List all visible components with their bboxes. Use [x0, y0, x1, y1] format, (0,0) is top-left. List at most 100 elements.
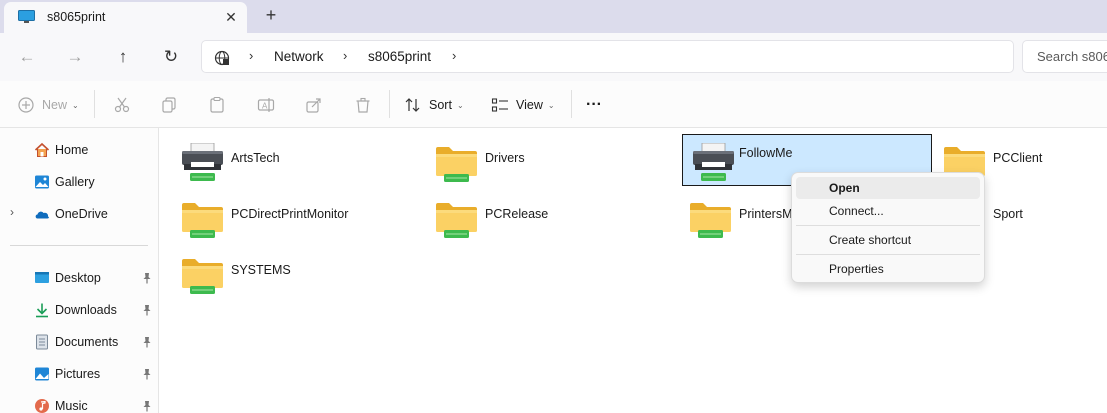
- item-name: ArtsTech: [231, 151, 280, 165]
- item-name: PrintersM: [739, 207, 793, 221]
- item-printersm[interactable]: PrintersM: [667, 191, 797, 243]
- sidebar-item-label: Documents: [55, 335, 119, 349]
- toolbar-divider: [389, 90, 390, 118]
- paste-button[interactable]: [208, 93, 226, 117]
- sidebar-item-home[interactable]: Home: [0, 137, 158, 163]
- cloud-icon: [35, 211, 49, 219]
- pin-icon[interactable]: [141, 304, 153, 316]
- computer-icon: [18, 10, 35, 23]
- music-icon: [35, 399, 49, 413]
- sidebar-item-onedrive[interactable]: › OneDrive: [0, 201, 158, 227]
- pin-icon[interactable]: [141, 336, 153, 348]
- sidebar-item-label: OneDrive: [55, 207, 108, 221]
- search-placeholder[interactable]: Search s8065print: [1037, 49, 1107, 64]
- close-tab-icon[interactable]: ✕: [222, 8, 240, 26]
- view-label: View: [516, 98, 543, 112]
- copy-button[interactable]: [160, 93, 178, 117]
- home-icon: [34, 142, 50, 157]
- pictures-icon: [35, 367, 49, 381]
- command-bar: New ⌄ A Sort ⌄ View ⌄ ···: [0, 81, 1107, 128]
- pin-icon[interactable]: [141, 400, 153, 412]
- item-artstech[interactable]: ArtsTech: [159, 135, 409, 187]
- navigation-pane: Home Gallery › OneDrive Desktop Download…: [0, 128, 159, 413]
- trash-icon: [356, 97, 370, 113]
- toolbar-divider: [571, 90, 572, 118]
- menu-separator: [796, 254, 980, 255]
- menu-item-label: Connect...: [829, 204, 884, 218]
- sort-label: Sort: [429, 98, 452, 112]
- shared-folder-icon: [689, 199, 732, 239]
- menu-item-label: Properties: [829, 262, 884, 276]
- menu-item-label: Create shortcut: [829, 233, 912, 247]
- network-printer-icon: [692, 143, 735, 183]
- navigation-bar: ← → ↑ ↻ › Network › s8065print › Search …: [0, 33, 1107, 81]
- breadcrumb-separator[interactable]: ›: [452, 48, 456, 63]
- sidebar-item-documents[interactable]: Documents: [0, 329, 158, 355]
- item-name: Sport: [993, 207, 1023, 221]
- search-box[interactable]: Search s8065print: [1022, 40, 1107, 73]
- view-button[interactable]: View ⌄: [491, 93, 555, 117]
- shared-folder-icon: [181, 199, 224, 239]
- item-name: FollowMe: [739, 146, 793, 160]
- chevron-down-icon: ⌄: [547, 100, 555, 110]
- menu-item-label: Open: [829, 181, 860, 195]
- tab-s8065print[interactable]: s8065print ✕: [4, 2, 247, 33]
- chevron-down-icon: ⌄: [72, 100, 79, 110]
- pin-icon[interactable]: [141, 272, 153, 284]
- sidebar-item-pictures[interactable]: Pictures: [0, 361, 158, 387]
- back-icon[interactable]: ←: [15, 45, 39, 69]
- sidebar-item-label: Music: [55, 399, 88, 413]
- new-tab-icon[interactable]: +: [261, 5, 281, 25]
- documents-icon: [36, 334, 48, 350]
- new-label: New: [42, 98, 68, 112]
- expand-chevron-icon[interactable]: ›: [10, 205, 14, 219]
- sidebar-item-music[interactable]: Music: [0, 393, 158, 413]
- share-button[interactable]: [305, 93, 323, 117]
- pin-icon[interactable]: [141, 368, 153, 380]
- item-pcdirectprintmonitor[interactable]: PCDirectPrintMonitor: [159, 191, 409, 243]
- sidebar-item-desktop[interactable]: Desktop: [0, 265, 158, 291]
- toolbar-divider: [94, 90, 95, 118]
- item-systems[interactable]: SYSTEMS: [159, 247, 409, 299]
- gallery-icon: [35, 175, 49, 189]
- network-icon: [214, 50, 230, 66]
- up-icon[interactable]: ↑: [111, 45, 135, 69]
- sort-button[interactable]: Sort ⌄: [404, 93, 464, 117]
- item-drivers[interactable]: Drivers: [413, 135, 663, 187]
- menu-item-properties[interactable]: Properties: [796, 258, 980, 280]
- context-menu: Open Connect... Create shortcut Properti…: [791, 172, 985, 283]
- breadcrumb-separator[interactable]: ›: [249, 48, 253, 63]
- rename-button[interactable]: A: [257, 93, 275, 117]
- breadcrumb-s8065print[interactable]: s8065print: [368, 49, 431, 64]
- sidebar-item-label: Downloads: [55, 303, 117, 317]
- more-options-icon[interactable]: ···: [586, 93, 602, 117]
- desktop-icon: [35, 272, 49, 283]
- new-button[interactable]: New ⌄: [17, 93, 79, 117]
- sidebar-item-gallery[interactable]: Gallery: [0, 169, 158, 195]
- sidebar-divider: [10, 245, 148, 246]
- delete-button[interactable]: [354, 93, 372, 117]
- item-name: PCClient: [993, 151, 1043, 165]
- cut-button[interactable]: [113, 93, 131, 117]
- refresh-icon[interactable]: ↻: [159, 45, 183, 69]
- item-name: PCRelease: [485, 207, 549, 221]
- tab-title: s8065print: [47, 10, 106, 24]
- tab-bar: s8065print ✕ +: [0, 0, 1107, 33]
- plus-circle-icon: [18, 97, 34, 113]
- forward-icon[interactable]: →: [63, 45, 87, 69]
- menu-item-create-shortcut[interactable]: Create shortcut: [796, 229, 980, 251]
- sort-icon: [405, 98, 420, 112]
- sidebar-item-label: Desktop: [55, 271, 101, 285]
- item-pcrelease[interactable]: PCRelease: [413, 191, 663, 243]
- menu-item-connect[interactable]: Connect...: [796, 200, 980, 222]
- share-icon: [306, 98, 321, 113]
- menu-item-open[interactable]: Open: [796, 177, 980, 199]
- breadcrumb-network[interactable]: Network: [274, 49, 324, 64]
- view-icon: [491, 98, 508, 112]
- item-name: PCDirectPrintMonitor: [231, 207, 349, 221]
- sidebar-item-downloads[interactable]: Downloads: [0, 297, 158, 323]
- breadcrumb-separator[interactable]: ›: [343, 48, 347, 63]
- svg-text:A: A: [262, 102, 268, 111]
- address-bar[interactable]: › Network › s8065print ›: [201, 40, 1014, 73]
- rename-icon: A: [257, 98, 275, 112]
